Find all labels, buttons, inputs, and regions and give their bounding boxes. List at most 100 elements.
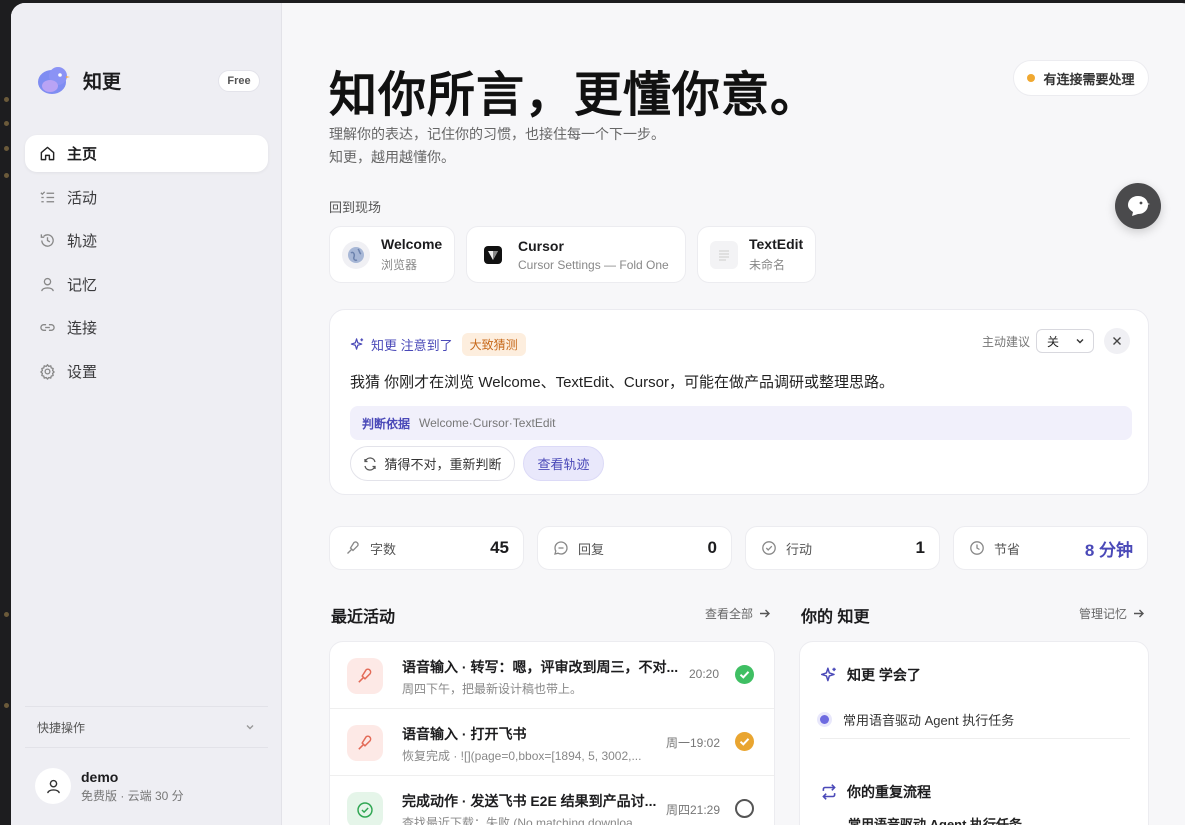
textedit-icon — [710, 240, 738, 269]
manage-memory-label: 管理记忆 — [1079, 607, 1128, 621]
stat-value: 1 — [915, 538, 925, 557]
stat-card-saved: 节省 8 分钟 — [953, 526, 1148, 570]
clock-icon — [970, 541, 984, 555]
view-all-link[interactable]: 查看全部 — [705, 605, 771, 622]
desktop-edge-dot — [4, 173, 9, 178]
sidebar-item-settings[interactable]: 设置 — [25, 353, 268, 390]
desktop-edge-dot — [4, 121, 9, 126]
guess-badge: 大致猜测 — [461, 333, 526, 356]
learned-item-text: 常用语音驱动 Agent 执行任务 — [843, 713, 1015, 728]
scene-name: TextEdit — [749, 236, 804, 252]
close-insight-button[interactable] — [1104, 328, 1130, 354]
proactive-select[interactable]: 关 — [1036, 329, 1094, 353]
link-icon — [40, 324, 55, 331]
sidebar-item-trace[interactable]: 轨迹 — [25, 222, 268, 259]
sidebar-item-home[interactable]: 主页 — [25, 135, 268, 172]
quick-actions-toggle[interactable]: 快捷操作 — [25, 706, 268, 748]
list-item[interactable]: 语音输入 · 打开飞书 恢复完成 · ![](page=0,bbox=[1894… — [330, 709, 774, 776]
stat-value: 45 — [490, 538, 509, 557]
activity-sub: 恢复完成 · ![](page=0,bbox=[1894, 5, 3002,..… — [402, 749, 642, 763]
check-circle-icon — [762, 541, 776, 555]
person-icon — [46, 779, 60, 793]
view-trace-button[interactable]: 查看轨迹 — [523, 446, 604, 481]
list-item[interactable]: 语音输入 · 转写：嗯，评审改到周三，不对... 周四下午，把最新设计稿也带上。… — [330, 642, 774, 709]
brand: 知更 — [36, 63, 121, 97]
stat-card-words: 字数 45 — [329, 526, 524, 570]
list-item[interactable]: 完成动作 · 发送飞书 E2E 结果到产品讨... 查找最近下载：失败 (No … — [330, 776, 774, 825]
activity-title: 语音输入 · 打开飞书 — [402, 726, 527, 742]
floating-assistant-button[interactable] — [1115, 183, 1161, 229]
user-profile[interactable]: demo 免费版 · 云端 30 分 — [35, 768, 184, 804]
chat-icon — [554, 541, 568, 555]
page-subtitle: 理解你的表达，记住你的习惯，也接住每一个下一步。 知更，越用越懂你。 — [329, 123, 665, 169]
proactive-select-value: 关 — [1047, 334, 1060, 349]
cursor-app-icon — [479, 240, 507, 269]
history-icon — [40, 234, 54, 247]
gear-icon — [40, 363, 55, 380]
stat-label: 行动 — [786, 541, 813, 557]
view-all-label: 查看全部 — [705, 607, 754, 621]
robin-logo-icon — [36, 63, 70, 97]
regenerate-guess-button[interactable]: 猜得不对，重新判断 — [350, 446, 515, 481]
scene-card-welcome[interactable]: Welcome 浏览器 — [329, 226, 455, 283]
mic-icon — [347, 541, 359, 554]
connection-alert-button[interactable]: 有连接需要处理 — [1013, 60, 1149, 96]
activity-sub: 查找最近下载：失败 (No matching downloa... — [402, 816, 643, 825]
arrow-right-icon — [760, 609, 771, 618]
sidebar-item-activity[interactable]: 活动 — [25, 179, 268, 216]
learned-item: 常用语音驱动 Agent 执行任务 — [820, 710, 1014, 729]
sidebar-item-label: 设置 — [67, 363, 98, 381]
scene-sub: Cursor Settings — Fold One — [518, 257, 669, 272]
check-circle-icon — [347, 792, 383, 825]
desktop-edge-dot — [4, 146, 9, 151]
memory-title: 你的 知更 — [801, 609, 870, 626]
scenes-label: 回到现场 — [329, 200, 382, 215]
sidebar-item-label: 轨迹 — [67, 233, 98, 250]
home-icon — [40, 146, 55, 161]
stat-card-replies: 回复 0 — [537, 526, 732, 570]
manage-memory-link[interactable]: 管理记忆 — [1079, 605, 1145, 622]
activity-title: 语音输入 · 转写：嗯，评审改到周三，不对... — [402, 659, 679, 675]
scene-sub: 未命名 — [749, 258, 786, 272]
globe-icon — [342, 240, 370, 269]
repeat-icon — [822, 784, 836, 800]
flows-header: 你的重复流程 — [820, 782, 931, 802]
sparkle-icon — [820, 667, 836, 682]
sidebar-item-label: 连接 — [67, 320, 98, 337]
scene-card-cursor[interactable]: Cursor Cursor Settings — Fold One — [466, 226, 686, 283]
bullet-dot-icon — [820, 715, 829, 724]
sidebar-item-memory[interactable]: 记忆 — [25, 266, 268, 303]
insight-header: 知更 注意到了 大致猜测 — [350, 333, 526, 356]
robin-chat-icon — [1128, 196, 1150, 216]
recent-activity-list: 语音输入 · 转写：嗯，评审改到周三，不对... 周四下午，把最新设计稿也带上。… — [329, 641, 775, 825]
scene-sub: 浏览器 — [381, 258, 418, 272]
plan-badge: Free — [218, 70, 260, 92]
mic-icon — [347, 658, 383, 694]
quick-actions-label: 快捷操作 — [37, 720, 86, 735]
scene-card-textedit[interactable]: TextEdit 未命名 — [697, 226, 816, 283]
activity-sub: 周四下午，把最新设计稿也带上。 — [402, 682, 583, 696]
stat-value: 8 分钟 — [1084, 540, 1133, 560]
person-icon — [41, 277, 54, 291]
learned-title: 知更 学会了 — [847, 667, 921, 683]
activity-title: 完成动作 · 发送飞书 E2E 结果到产品讨... — [402, 793, 657, 809]
sidebar-item-label: 活动 — [67, 189, 98, 207]
status-dot-icon — [1027, 74, 1036, 82]
app-name: 知更 — [83, 71, 122, 93]
stat-label: 节省 — [994, 541, 1021, 557]
chevron-down-icon — [1076, 339, 1084, 344]
stat-label: 字数 — [370, 541, 397, 557]
list-icon — [40, 190, 55, 202]
sidebar: 知更 Free 主页 活动 轨迹 记忆 连接 设置 快捷操作 demo 免费版 … — [11, 3, 282, 825]
memory-card: 知更 学会了 常用语音驱动 Agent 执行任务 你的重复流程 常用语音驱动 A… — [799, 641, 1149, 825]
activity-time: 周一19:02 — [666, 736, 721, 750]
flow-item: 常用语音驱动 Agent 执行任务 — [848, 817, 1023, 825]
insight-basis: 判断依据 Welcome·Cursor·TextEdit — [350, 406, 1132, 440]
regenerate-label: 猜得不对，重新判断 — [384, 457, 502, 472]
sidebar-item-connect[interactable]: 连接 — [25, 309, 268, 346]
user-plan: 免费版 · 云端 30 分 — [81, 788, 184, 803]
avatar — [35, 768, 71, 804]
insight-title: 知更 注意到了 — [371, 338, 453, 353]
scene-name: Cursor — [518, 237, 564, 254]
warning-check-icon — [735, 732, 754, 751]
